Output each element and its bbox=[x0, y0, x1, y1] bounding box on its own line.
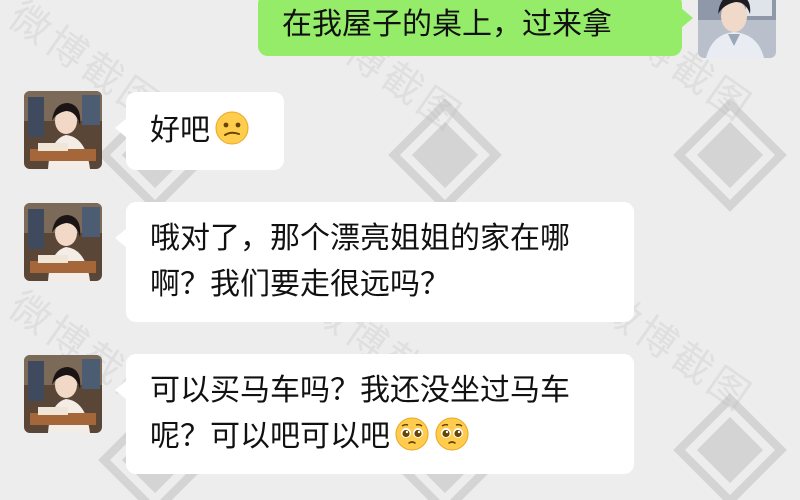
message-text-line: 啊？我们要走很远吗？ bbox=[150, 267, 450, 302]
message-text-line: 可以买马车吗？我还没坐过马车 bbox=[150, 373, 570, 408]
message-text-line: 好吧 bbox=[150, 108, 260, 154]
avatar-self[interactable] bbox=[698, 0, 776, 58]
watermark-logo-icon bbox=[385, 95, 505, 215]
avatar-contact[interactable] bbox=[24, 91, 102, 169]
message-text: 好吧 bbox=[150, 113, 210, 148]
chat-area: 微博截图 微博截图 微博截图 微博截图 微博截图 微博截图 在我屋子的桌上，过来… bbox=[0, 0, 800, 500]
message-bubble-outgoing[interactable]: 在我屋子的桌上，过来拿 bbox=[258, 0, 693, 56]
message-bubble-incoming[interactable]: 哦对了，那个漂亮姐姐的家在哪 啊？我们要走很远吗？ bbox=[115, 202, 634, 322]
avatar-contact[interactable] bbox=[24, 203, 102, 281]
pleading-face-emoji-icon bbox=[394, 416, 430, 452]
message-text-line: 呢？可以吧可以吧 bbox=[150, 414, 610, 460]
message-text: 在我屋子的桌上，过来拿 bbox=[282, 7, 612, 42]
confused-face-emoji-icon bbox=[214, 110, 250, 146]
watermark-logo-icon bbox=[670, 390, 790, 500]
message-text: 呢？可以吧可以吧 bbox=[150, 419, 390, 454]
message-bubble-incoming[interactable]: 可以买马车吗？我还没坐过马车 呢？可以吧可以吧 bbox=[115, 354, 634, 474]
message-text-line: 哦对了，那个漂亮姐姐的家在哪 bbox=[150, 221, 570, 256]
watermark-logo-icon bbox=[670, 95, 790, 215]
avatar-contact[interactable] bbox=[24, 355, 102, 433]
pleading-face-emoji-icon bbox=[434, 416, 470, 452]
message-bubble-incoming[interactable]: 好吧 bbox=[115, 92, 284, 170]
